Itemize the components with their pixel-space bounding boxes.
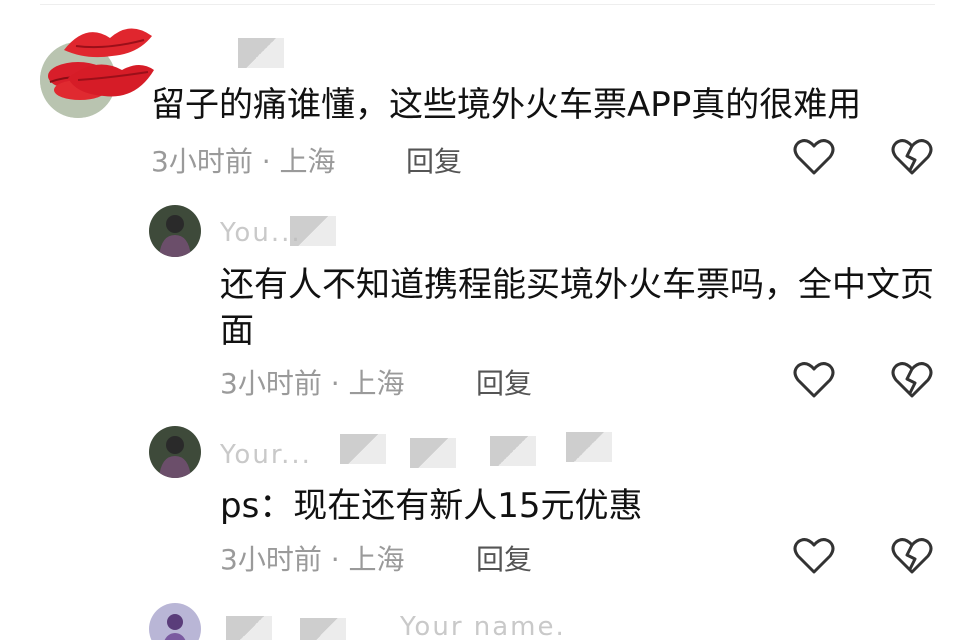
username-redacted: [490, 436, 536, 466]
dislike-button[interactable]: [890, 360, 934, 400]
meta-separator: ·: [261, 145, 280, 178]
broken-heart-icon: [891, 538, 933, 574]
person-photo-icon: [149, 426, 201, 478]
username-redacted: [410, 438, 456, 468]
comment-time: 3小时前: [220, 543, 322, 576]
person-photo-icon: [149, 603, 201, 640]
avatar[interactable]: [149, 603, 201, 640]
broken-heart-icon: [891, 139, 933, 175]
dislike-button[interactable]: [890, 137, 934, 177]
reply-button[interactable]: 回复: [406, 140, 462, 180]
username-redacted: [226, 616, 272, 640]
username[interactable]: Your...: [220, 440, 312, 470]
username-redacted: [300, 618, 346, 640]
comment-thread: 留子的痛谁懂，这些境外火车票APP真的很难用 3小时前 · 上海 回复 You.…: [0, 0, 975, 640]
comment-time: 3小时前: [220, 367, 322, 400]
username-redacted: [238, 38, 284, 68]
heart-outline-icon: [793, 362, 835, 398]
comment-location: 上海: [279, 145, 336, 178]
like-button[interactable]: [792, 137, 836, 177]
comment-time: 3小时前: [151, 145, 253, 178]
dislike-button[interactable]: [890, 536, 934, 576]
comment-meta: 3小时前 · 上海: [220, 538, 405, 578]
username-redacted: [290, 216, 336, 246]
meta-separator: ·: [330, 367, 349, 400]
lips-kiss-icon: [64, 28, 154, 97]
username[interactable]: Your name.: [400, 612, 566, 640]
heart-outline-icon: [793, 139, 835, 175]
heart-outline-icon: [793, 538, 835, 574]
comment-meta: 3小时前 · 上海: [220, 362, 405, 402]
reply-button[interactable]: 回复: [476, 362, 532, 402]
divider: [40, 4, 935, 5]
meta-separator: ·: [330, 543, 349, 576]
like-button[interactable]: [792, 536, 836, 576]
comment-meta: 3小时前 · 上海: [151, 140, 336, 180]
comment-text: ps：现在还有新人15元优惠: [220, 486, 643, 526]
reply-button[interactable]: 回复: [476, 538, 532, 578]
like-button[interactable]: [792, 360, 836, 400]
person-photo-icon: [149, 205, 201, 257]
username-redacted: [340, 434, 386, 464]
comment-text: 留子的痛谁懂，这些境外火车票APP真的很难用: [151, 85, 862, 125]
comment-text: 还有人不知道携程能买境外火车票吗，全中文页面: [220, 265, 934, 351]
avatar[interactable]: [149, 205, 201, 257]
avatar[interactable]: [149, 426, 201, 478]
comment-location: 上海: [348, 367, 405, 400]
comment-location: 上海: [348, 543, 405, 576]
username-redacted: [566, 432, 612, 462]
broken-heart-icon: [891, 362, 933, 398]
